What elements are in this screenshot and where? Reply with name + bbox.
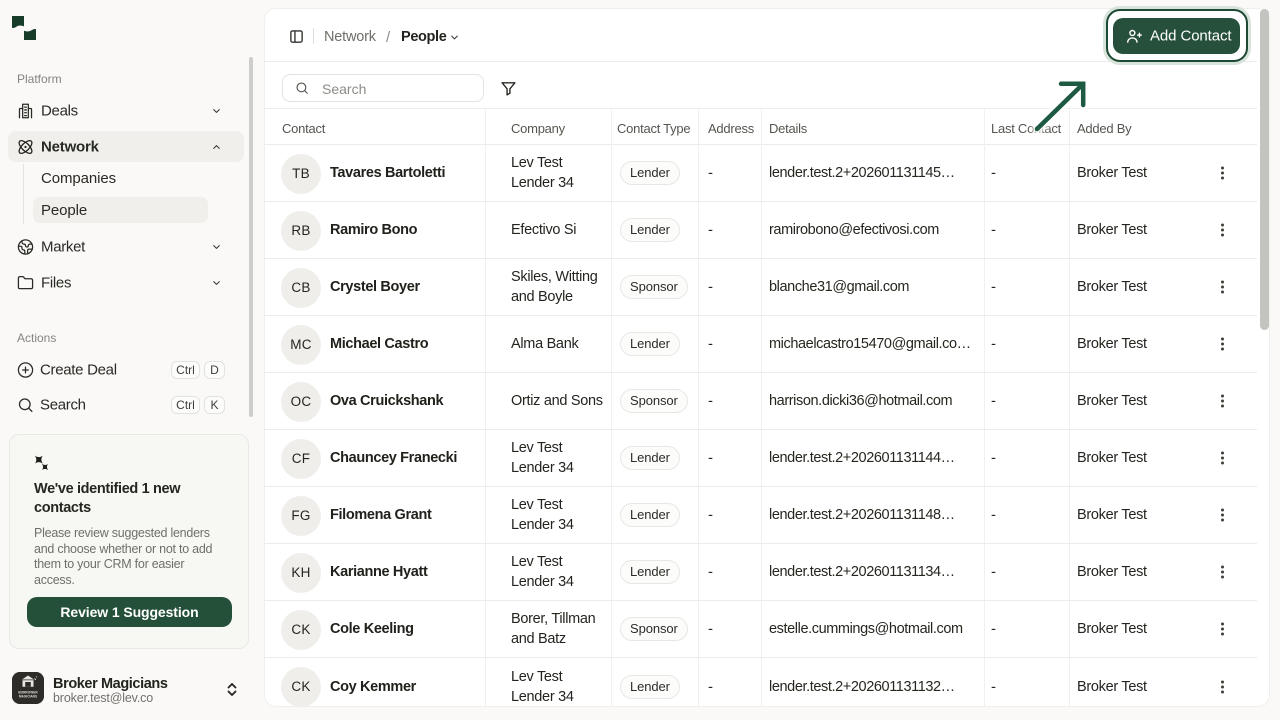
svg-text:MAGICIANS: MAGICIANS: [19, 695, 37, 699]
